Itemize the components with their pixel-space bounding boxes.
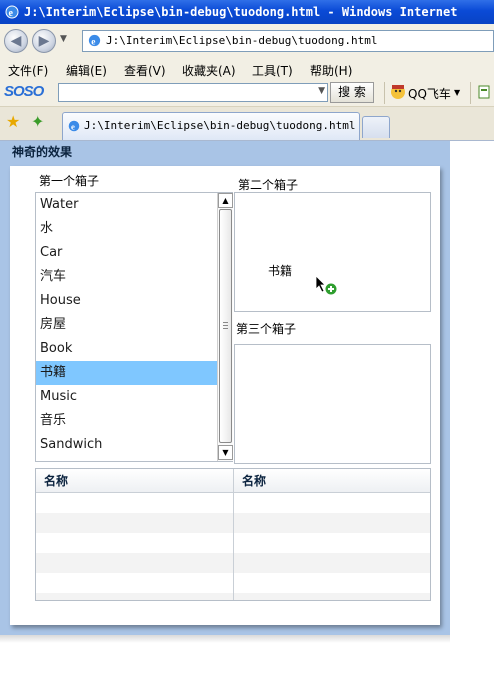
list-item-selected[interactable]: 书籍 bbox=[36, 361, 218, 385]
menu-file[interactable]: 文件(F) bbox=[8, 62, 48, 79]
page-icon: e bbox=[88, 34, 101, 47]
data-grid[interactable]: 名称 名称 bbox=[35, 468, 431, 601]
add-favorite-icon[interactable]: ✦ bbox=[31, 112, 44, 131]
forward-button[interactable]: ▶ bbox=[32, 29, 56, 53]
soso-logo[interactable]: SOSO bbox=[4, 83, 44, 100]
panel-shadow bbox=[0, 635, 450, 643]
box1-scrollbar[interactable]: ▲ ▼ bbox=[217, 193, 233, 461]
menu-view[interactable]: 查看(V) bbox=[124, 62, 166, 79]
soso-search-button[interactable]: 搜 索 bbox=[330, 82, 374, 103]
box3-label: 第三个箱子 bbox=[236, 322, 297, 336]
svg-text:e: e bbox=[71, 122, 75, 132]
qq-dropdown-icon[interactable]: ▼ bbox=[454, 88, 460, 97]
svg-text:e: e bbox=[91, 37, 95, 47]
box1-label: 第一个箱子 bbox=[39, 174, 100, 188]
menu-tools[interactable]: 工具(T) bbox=[252, 62, 293, 79]
chevron-down-icon[interactable]: ▼ bbox=[318, 86, 325, 96]
menu-favorites[interactable]: 收藏夹(A) bbox=[182, 62, 236, 79]
ie-icon: e bbox=[5, 5, 19, 19]
list-item[interactable]: House bbox=[36, 289, 218, 313]
list-item[interactable]: Music bbox=[36, 385, 218, 409]
grid-column-divider bbox=[233, 469, 234, 600]
window-title: J:\Interim\Eclipse\bin-debug\tuodong.htm… bbox=[24, 5, 458, 19]
toolbar-divider bbox=[384, 82, 385, 104]
list-item[interactable]: Sandwich bbox=[36, 433, 218, 457]
menu-help[interactable]: 帮助(H) bbox=[310, 62, 352, 79]
window-title-bar: e J:\Interim\Eclipse\bin-debug\tuodong.ht… bbox=[0, 0, 494, 24]
qq-speed-link[interactable]: QQ飞车 bbox=[408, 85, 451, 102]
address-url: J:\Interim\Eclipse\bin-debug\tuodong.htm… bbox=[106, 34, 378, 47]
toolbar-divider bbox=[470, 82, 471, 104]
back-button[interactable]: ◀ bbox=[4, 29, 28, 53]
favorites-star-icon[interactable]: ★ bbox=[6, 112, 20, 131]
box3-drop-zone[interactable] bbox=[234, 344, 431, 464]
drag-proxy-text: 书籍 bbox=[268, 264, 293, 278]
list-item[interactable]: Book bbox=[36, 337, 218, 361]
list-item[interactable]: 水 bbox=[36, 217, 218, 241]
grid-column-header[interactable]: 名称 bbox=[36, 469, 233, 493]
list-item[interactable]: 房屋 bbox=[36, 313, 218, 337]
list-item[interactable]: Car bbox=[36, 241, 218, 265]
drag-add-cursor-icon bbox=[315, 275, 338, 296]
qq-avatar-icon bbox=[391, 85, 405, 99]
scroll-up-icon[interactable]: ▲ bbox=[218, 193, 233, 208]
svg-text:e: e bbox=[9, 8, 14, 19]
box1-list[interactable]: Water 水 Car 汽车 House 房屋 Book 书籍 Music 音乐… bbox=[35, 192, 233, 462]
box2-drop-zone[interactable]: 书籍 bbox=[234, 192, 431, 312]
box2-label: 第二个箱子 bbox=[238, 178, 299, 192]
menu-edit[interactable]: 编辑(E) bbox=[66, 62, 107, 79]
scroll-down-icon[interactable]: ▼ bbox=[218, 445, 233, 460]
scroll-thumb[interactable] bbox=[219, 209, 232, 443]
page-icon: e bbox=[68, 120, 80, 132]
address-bar[interactable]: e J:\Interim\Eclipse\bin-debug\tuodong.ht… bbox=[82, 30, 494, 52]
list-item[interactable]: 汽车 bbox=[36, 265, 218, 289]
panel-title: 神奇的效果 bbox=[12, 145, 73, 159]
list-item[interactable]: 音乐 bbox=[36, 409, 218, 433]
tab-label: J:\Interim\Eclipse\bin-debug\tuodong.htm… bbox=[84, 119, 356, 132]
tab-current-page[interactable]: e J:\Interim\Eclipse\bin-debug\tuodong.ht… bbox=[62, 112, 360, 140]
grid-column-header[interactable]: 名称 bbox=[234, 469, 430, 493]
extension-icon[interactable] bbox=[476, 84, 492, 100]
soso-search-input[interactable]: ▼ bbox=[58, 83, 328, 102]
list-item[interactable]: Water bbox=[36, 193, 218, 217]
history-dropdown-icon[interactable]: ▼ bbox=[60, 34, 67, 44]
new-tab-button[interactable] bbox=[362, 116, 390, 138]
